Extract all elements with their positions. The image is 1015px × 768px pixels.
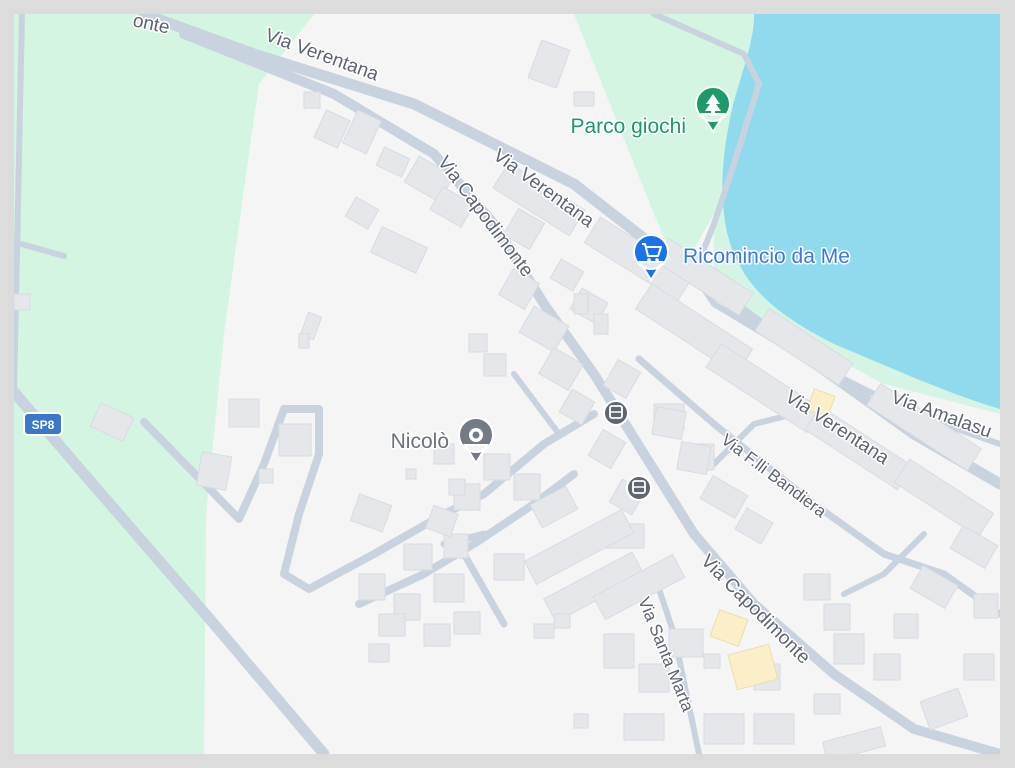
bus-stop-2[interactable]	[626, 475, 652, 501]
sp8-road-shield: SP8	[23, 412, 63, 436]
bus-stop-1[interactable]	[603, 400, 629, 426]
map-view[interactable]: onte Via Verentana Via Verentana Via Cap…	[14, 14, 1000, 754]
bus-icon	[603, 400, 629, 426]
sp8-road-shield-text: SP8	[32, 418, 55, 432]
poi-label-nicolo[interactable]: Nicolò	[389, 429, 450, 455]
bus-icon	[626, 475, 652, 501]
poi-label-parco-giochi[interactable]: Parco giochi	[569, 114, 688, 140]
map-canvas[interactable]: onte Via Verentana Via Verentana Via Cap…	[14, 14, 1000, 754]
poi-label-ricomincio-da-me[interactable]: Ricomincio da Me	[682, 244, 852, 270]
